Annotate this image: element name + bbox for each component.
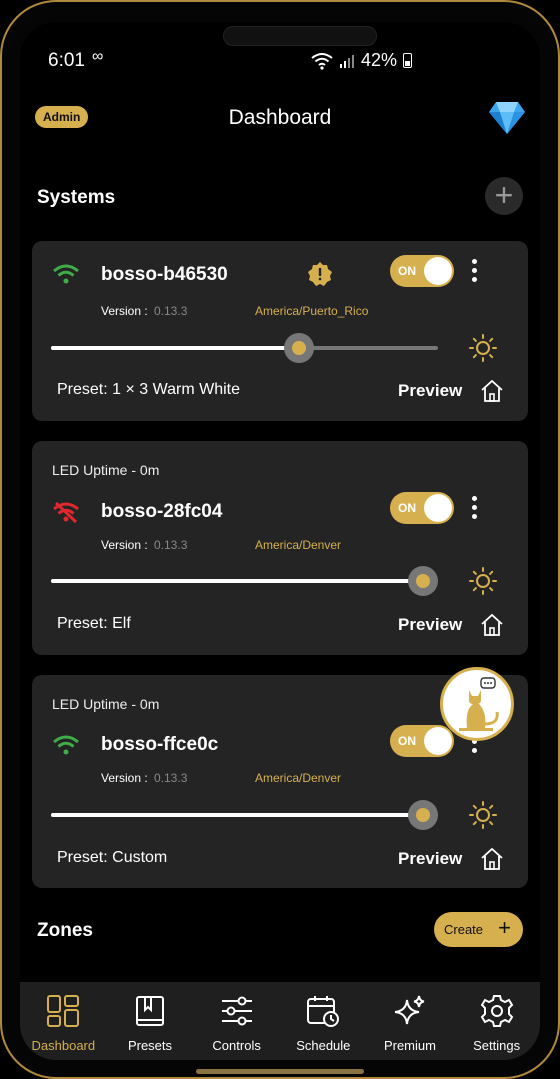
led-uptime: LED Uptime - 0m	[52, 462, 160, 478]
preview-button[interactable]: Preview	[398, 381, 462, 401]
wifi-connected-icon	[53, 735, 79, 755]
system-card: LED Uptime - 0m bosso-28fc04 ON Version …	[32, 441, 528, 655]
app-screen: 6:01 ∞ 42% Admin Dashboard Systems + bos…	[20, 22, 540, 1060]
status-time: 6:01	[48, 50, 85, 71]
preset-label: Preset: Custom	[57, 849, 168, 866]
brightness-fill	[51, 579, 423, 583]
brightness-slider[interactable]	[51, 800, 438, 830]
nav-premium[interactable]: Premium	[367, 982, 453, 1053]
systems-title: Systems	[37, 187, 116, 208]
nav-schedule[interactable]: Schedule	[280, 982, 366, 1053]
status-bar: 6:01 ∞ 42%	[20, 22, 540, 94]
brightness-thumb[interactable]	[283, 333, 314, 363]
battery-percent: 42%	[360, 50, 397, 70]
nav-label: Dashboard	[31, 1038, 96, 1053]
timezone: America/Denver	[255, 771, 342, 785]
device-name: bosso-b46530	[101, 264, 228, 285]
home-icon[interactable]	[480, 379, 504, 403]
voicemail-icon: ∞	[92, 48, 104, 65]
timezone: America/Puerto_Rico	[255, 304, 369, 318]
nav-label: Settings	[473, 1038, 521, 1053]
premium-gem-icon[interactable]	[488, 100, 526, 136]
version-label: Version :	[101, 538, 148, 552]
zones-title: Zones	[37, 920, 93, 941]
version-label: Version :	[101, 771, 148, 785]
presets-icon	[135, 996, 164, 1026]
premium-icon	[394, 995, 425, 1025]
plus-icon: +	[498, 915, 511, 940]
nav-settings[interactable]: Settings	[454, 982, 540, 1053]
wifi-connected-icon	[53, 264, 79, 284]
led-uptime: LED Uptime - 0m	[52, 696, 160, 712]
version-label: Version :	[101, 304, 148, 318]
preset-label: Preset: 1 × 3 Warm White	[57, 381, 241, 398]
status-indicators: 42%	[311, 50, 412, 71]
battery-icon	[403, 53, 412, 68]
dashboard-icon	[47, 995, 80, 1027]
brightness-fill	[51, 813, 423, 817]
plus-icon: +	[494, 176, 514, 213]
brightness-slider[interactable]	[51, 566, 438, 596]
version-value: 0.13.3	[154, 538, 188, 552]
version-value: 0.13.3	[154, 304, 188, 318]
sun-icon	[469, 334, 497, 362]
timezone: America/Denver	[255, 538, 342, 552]
nav-label: Presets	[127, 1038, 173, 1053]
more-options-icon[interactable]	[468, 496, 480, 524]
brightness-thumb[interactable]	[407, 566, 438, 596]
wifi-disconnected-icon	[53, 501, 79, 523]
toggle-label: ON	[398, 264, 416, 278]
nav-label: Schedule	[296, 1038, 351, 1053]
system-card: bosso-b46530 ON Version : 0.13.3 America…	[32, 241, 528, 421]
device-name: bosso-28fc04	[101, 501, 223, 522]
warning-icon[interactable]	[308, 262, 332, 286]
toggle-label: ON	[398, 501, 416, 515]
sun-icon	[469, 801, 497, 829]
preset-label: Preset: Elf	[57, 615, 131, 632]
toggle-knob	[424, 727, 452, 755]
nav-dashboard[interactable]: Dashboard	[20, 982, 106, 1053]
sun-icon	[469, 567, 497, 595]
device-name: bosso-ffce0c	[101, 734, 219, 755]
brightness-fill	[51, 346, 299, 350]
home-indicator	[196, 1069, 364, 1074]
wifi-status-icon	[311, 52, 333, 70]
bottom-navigation: Dashboard Presets Controls Schedule Prem…	[20, 982, 540, 1060]
nav-label: Controls	[212, 1038, 261, 1053]
brightness-slider[interactable]	[51, 333, 438, 363]
preview-button[interactable]: Preview	[398, 615, 462, 635]
power-toggle[interactable]: ON	[390, 725, 454, 757]
toggle-knob	[424, 257, 452, 285]
cat-chat-icon	[459, 677, 499, 731]
settings-icon	[480, 995, 513, 1027]
home-icon[interactable]	[480, 847, 504, 871]
nav-label: Premium	[383, 1038, 436, 1053]
add-system-button[interactable]: +	[485, 177, 523, 215]
nav-controls[interactable]: Controls	[194, 982, 280, 1053]
brightness-thumb[interactable]	[407, 800, 438, 830]
toggle-knob	[424, 494, 452, 522]
home-icon[interactable]	[480, 613, 504, 637]
power-toggle[interactable]: ON	[390, 492, 454, 524]
preview-button[interactable]: Preview	[398, 849, 462, 869]
cell-signal-icon	[339, 54, 354, 68]
toggle-label: ON	[398, 734, 416, 748]
create-zone-button[interactable]: Create +	[434, 912, 523, 947]
cat-assistant-button[interactable]	[440, 667, 514, 741]
create-label: Create	[444, 922, 484, 937]
version-value: 0.13.3	[154, 771, 188, 785]
more-options-icon[interactable]	[468, 259, 480, 287]
controls-icon	[221, 996, 252, 1026]
page-title: Dashboard	[228, 106, 332, 129]
nav-presets[interactable]: Presets	[107, 982, 193, 1053]
schedule-icon	[307, 996, 340, 1027]
power-toggle[interactable]: ON	[390, 255, 454, 287]
